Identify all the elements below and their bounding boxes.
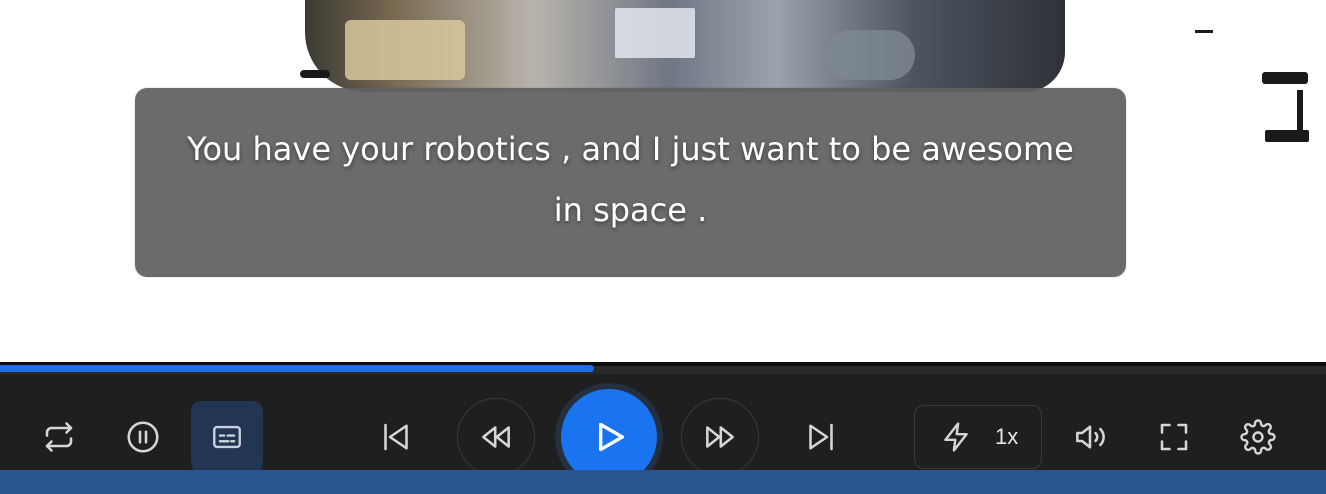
- play-icon: [589, 417, 629, 457]
- volume-icon: [1071, 418, 1109, 456]
- playback-speed-label: 1x: [995, 424, 1019, 449]
- progress-bar[interactable]: [0, 362, 1326, 374]
- subtitle-text: You have your robotics , and I just want…: [187, 129, 1074, 229]
- repeat-button[interactable]: [31, 409, 87, 465]
- lightning-icon: [929, 410, 983, 464]
- repeat-icon: [41, 419, 77, 455]
- skip-next-icon: [803, 419, 839, 455]
- pause-button[interactable]: [115, 409, 171, 465]
- playback-speed-control[interactable]: 1x: [914, 405, 1042, 469]
- fast-forward-button[interactable]: [681, 398, 759, 476]
- player-control-bar: 1x: [0, 374, 1326, 485]
- settings-button[interactable]: [1230, 409, 1286, 465]
- progress-bar-fill: [0, 365, 595, 372]
- pause-circle-icon: [125, 419, 161, 455]
- bottom-strip: [0, 470, 1326, 494]
- fullscreen-button[interactable]: [1146, 409, 1202, 465]
- skip-previous-icon: [378, 419, 414, 455]
- volume-button[interactable]: [1062, 409, 1118, 465]
- previous-track-button[interactable]: [368, 409, 424, 465]
- video-scene-image: [305, 0, 1065, 95]
- next-track-button[interactable]: [793, 409, 849, 465]
- rewind-button[interactable]: [457, 398, 535, 476]
- captions-icon: [210, 420, 244, 454]
- rewind-icon: [477, 418, 515, 456]
- subtitle-overlay: You have your robotics , and I just want…: [135, 88, 1126, 277]
- fullscreen-icon: [1156, 419, 1192, 455]
- fast-forward-icon: [701, 418, 739, 456]
- captions-button[interactable]: [191, 401, 263, 473]
- gear-icon: [1240, 419, 1276, 455]
